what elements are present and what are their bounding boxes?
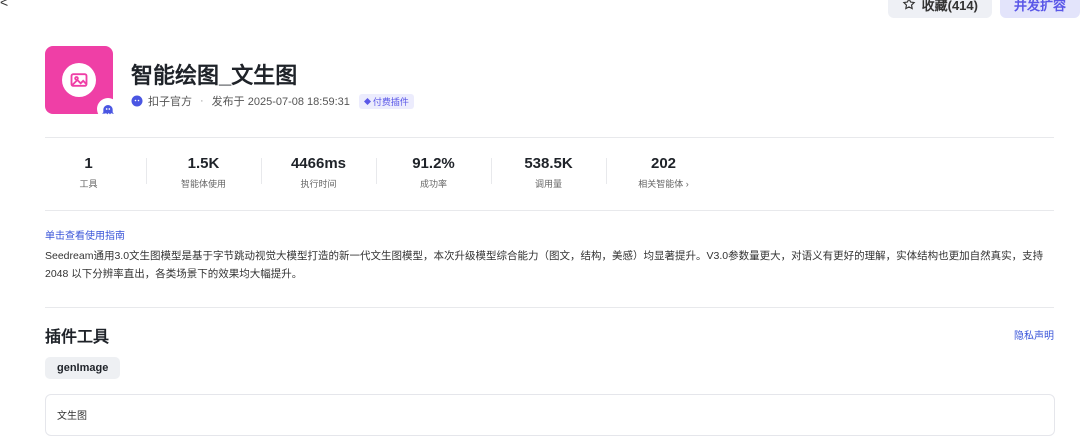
paid-plugin-badge: 付费插件 xyxy=(358,93,414,109)
plugin-icon xyxy=(45,46,119,120)
expand-concurrency-button[interactable]: 并发扩容 xyxy=(999,0,1080,18)
related-agents-link[interactable]: 相关智能体 › xyxy=(606,177,721,190)
stat-value: 538.5K xyxy=(524,155,573,172)
tool-chip-label: genImage xyxy=(57,362,109,374)
image-icon xyxy=(62,63,96,97)
favorite-button[interactable]: 收藏(414) xyxy=(887,0,992,18)
meta-separator: · xyxy=(200,95,204,107)
top-actions: 收藏(414) 并发扩容 xyxy=(887,0,1080,18)
stat-value: 4466ms xyxy=(290,155,347,172)
plugin-description: Seedream通用3.0文生图模型是基于字节跳动视觉大模型打造的新一代文生图模… xyxy=(45,250,1044,280)
star-icon xyxy=(902,0,916,10)
page-title: 智能绘图_文生图 xyxy=(131,63,298,88)
plugin-meta: 扣子官方 · 发布于 2025-07-08 18:59:31 付费插件 xyxy=(131,93,414,109)
stat-value: 91.2% xyxy=(412,155,455,172)
divider xyxy=(45,307,1054,308)
coze-badge-icon xyxy=(97,98,119,120)
divider xyxy=(45,137,1054,138)
stat-agent-usage: 1.5K 智能体使用 xyxy=(146,155,261,190)
author-avatar-icon xyxy=(131,95,143,107)
tool-tab-genimage[interactable]: genImage xyxy=(45,357,121,379)
usage-guide-link[interactable]: 单击查看使用指南 xyxy=(45,227,125,242)
paid-tag-label: 付费插件 xyxy=(372,96,409,107)
stat-success-rate: 91.2% 成功率 xyxy=(376,155,491,190)
favorite-label: 收藏(414) xyxy=(921,0,978,13)
stat-label: 成功率 xyxy=(419,179,447,189)
stat-label: 智能体使用 xyxy=(180,179,226,189)
stat-label: 执行时间 xyxy=(300,179,337,189)
stat-label: 调用量 xyxy=(534,179,562,189)
stat-call-volume: 538.5K 调用量 xyxy=(491,155,606,190)
privacy-statement-link[interactable]: 隐私声明 xyxy=(1014,327,1054,342)
publish-time: 发布于 2025-07-08 18:59:31 xyxy=(211,96,350,108)
tool-card[interactable]: 文生图 xyxy=(45,394,1055,436)
expand-label: 并发扩容 xyxy=(1013,0,1066,13)
back-button[interactable]: < xyxy=(0,0,8,10)
diamond-icon xyxy=(363,97,371,105)
stat-value: 202 xyxy=(650,155,677,172)
tools-section-title: 插件工具 xyxy=(45,329,110,346)
stat-label: 工具 xyxy=(79,179,98,189)
author-name[interactable]: 扣子官方 xyxy=(148,93,192,109)
stat-value: 1 xyxy=(84,155,93,172)
stat-exec-time: 4466ms 执行时间 xyxy=(261,155,376,190)
stat-value: 1.5K xyxy=(187,155,220,172)
stats-bar: 1 工具 1.5K 智能体使用 4466ms 执行时间 91.2% 成功率 53… xyxy=(31,155,721,190)
stat-tools: 1 工具 xyxy=(31,155,146,190)
stat-related-agents[interactable]: 202 相关智能体 › xyxy=(606,155,721,190)
divider xyxy=(45,210,1054,211)
plugin-header: 智能绘图_文生图 扣子官方 · 发布于 2025-07-08 18:59:31 … xyxy=(45,46,1055,120)
